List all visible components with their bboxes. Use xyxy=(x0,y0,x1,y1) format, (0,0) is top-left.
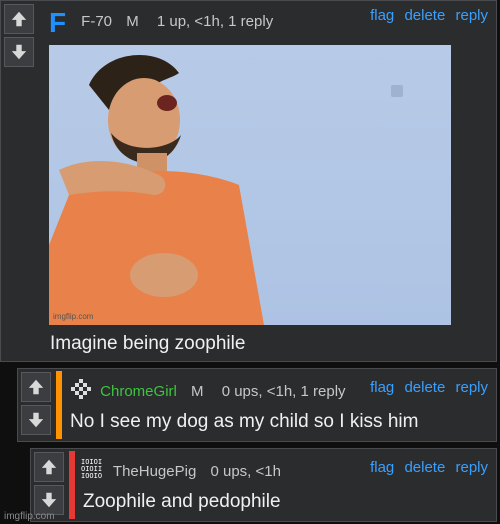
accent-stripe xyxy=(69,451,75,519)
delete-link[interactable]: delete xyxy=(404,379,445,396)
upvote-button[interactable] xyxy=(34,452,64,482)
comment-chromegirl: ChromeGirl M 0 ups, <1h, 1 reply flag de… xyxy=(17,368,497,442)
reply-link[interactable]: reply xyxy=(455,379,488,396)
accent-stripe xyxy=(56,371,62,439)
comment-text: Zoophile and pedophile xyxy=(83,491,281,512)
meme-image[interactable]: imgflip.com xyxy=(49,45,451,325)
comment-header: F F-70 M 1 up, <1h, 1 reply flag delete … xyxy=(49,7,488,38)
avatar[interactable]: F xyxy=(49,7,71,38)
flag-link[interactable]: flag xyxy=(370,459,394,476)
gender-label: M xyxy=(191,383,204,400)
arrow-down-icon xyxy=(41,492,57,508)
pixel-avatar-icon xyxy=(71,379,91,399)
delete-link[interactable]: delete xyxy=(404,7,445,24)
avatar[interactable] xyxy=(70,379,92,403)
arrow-up-icon xyxy=(11,11,27,27)
gender-label: M xyxy=(126,13,139,30)
downvote-button[interactable] xyxy=(21,405,51,435)
comment-meta: 0 ups, <1h, 1 reply xyxy=(221,383,346,400)
reply-link[interactable]: reply xyxy=(455,459,488,476)
upvote-button[interactable] xyxy=(4,4,34,34)
vote-column xyxy=(31,449,67,515)
flag-link[interactable]: flag xyxy=(370,7,394,24)
delete-link[interactable]: delete xyxy=(404,459,445,476)
comment-actions: flag delete reply xyxy=(364,459,488,476)
avatar[interactable]: IOIOI OIOII IOOIO xyxy=(81,459,107,480)
laughing-man-illustration xyxy=(49,54,403,325)
comment-header: IOIOI OIOII IOOIO TheHugePig 0 ups, <1h … xyxy=(81,459,488,481)
image-watermark: imgflip.com xyxy=(53,312,94,321)
comment-meta: 1 up, <1h, 1 reply xyxy=(156,13,274,30)
vote-column xyxy=(1,1,37,67)
comment-text: Imagine being zoophile xyxy=(50,333,246,354)
arrow-up-icon xyxy=(41,459,57,475)
vote-column xyxy=(18,369,54,435)
username-link[interactable]: TheHugePig xyxy=(113,463,196,480)
flag-link[interactable]: flag xyxy=(370,379,394,396)
username-link[interactable]: ChromeGirl xyxy=(100,383,177,400)
comment-header: ChromeGirl M 0 ups, <1h, 1 reply flag de… xyxy=(70,379,488,403)
comment-actions: flag delete reply xyxy=(364,379,488,396)
arrow-down-icon xyxy=(11,44,27,60)
comment-text: No I see my dog as my child so I kiss hi… xyxy=(70,411,419,432)
username-link[interactable]: F-70 xyxy=(81,13,112,30)
footer-watermark: imgflip.com xyxy=(4,511,55,522)
comment-thehugepig: IOIOI OIOII IOOIO TheHugePig 0 ups, <1h … xyxy=(30,448,497,522)
arrow-up-icon xyxy=(28,379,44,395)
comment-meta: 0 ups, <1h xyxy=(210,463,281,480)
arrow-down-icon xyxy=(28,412,44,428)
upvote-button[interactable] xyxy=(21,372,51,402)
comment-f70: F F-70 M 1 up, <1h, 1 reply flag delete … xyxy=(0,0,497,362)
comment-actions: flag delete reply xyxy=(364,7,488,24)
reply-link[interactable]: reply xyxy=(455,7,488,24)
downvote-button[interactable] xyxy=(4,37,34,67)
